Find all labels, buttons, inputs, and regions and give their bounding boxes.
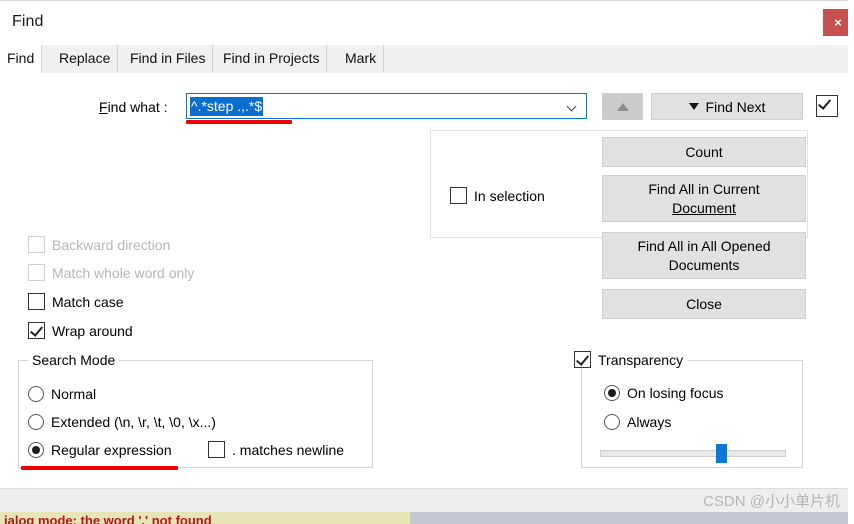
- close-icon: ×: [834, 15, 842, 30]
- find-all-current-line1: Find All in Current: [648, 180, 760, 197]
- find-what-label-text: ind what :: [107, 99, 168, 115]
- transparency-on-losing-focus-radio[interactable]: [604, 385, 620, 401]
- transparency-checkbox[interactable]: [574, 351, 591, 368]
- find-all-all-line2: Documents: [668, 256, 740, 273]
- wrap-around-label: Wrap around: [52, 322, 133, 339]
- window-title: Find: [12, 13, 44, 30]
- close-dialog-button[interactable]: Close: [602, 289, 806, 319]
- tab-mark[interactable]: Mark: [338, 45, 385, 72]
- find-what-accel: F: [99, 99, 108, 115]
- transparency-slider-thumb[interactable]: [716, 444, 727, 463]
- window-right-edge: [848, 0, 854, 524]
- triangle-up-icon: [616, 102, 629, 111]
- find-next-label: Find Next: [705, 98, 766, 115]
- search-mode-legend: Search Mode: [28, 352, 120, 368]
- tab-replace[interactable]: Replace: [52, 45, 119, 72]
- count-button[interactable]: Count: [602, 137, 806, 167]
- find-previous-button[interactable]: [602, 93, 643, 120]
- find-what-label: Find what :: [99, 99, 168, 115]
- in-selection-checkbox[interactable]: [450, 187, 467, 204]
- in-selection-label: In selection: [474, 187, 545, 204]
- find-next-mode-checkbox[interactable]: [816, 95, 838, 117]
- search-mode-normal-label: Normal: [51, 386, 97, 402]
- match-case-checkbox[interactable]: [28, 293, 45, 310]
- backward-direction-checkbox: [28, 236, 45, 253]
- search-mode-extended-radio[interactable]: [28, 414, 44, 430]
- search-mode-regex-label: Regular expression: [51, 442, 172, 458]
- search-mode-normal-row[interactable]: Normal: [28, 386, 96, 402]
- backward-direction-label: Backward direction: [52, 236, 171, 253]
- find-what-combobox[interactable]: ^.*step .,.*$: [186, 93, 587, 119]
- search-mode-regex-row[interactable]: Regular expression: [28, 442, 172, 458]
- transparency-on-losing-focus-label: On losing focus: [627, 385, 724, 401]
- dot-matches-newline-checkbox[interactable]: [208, 441, 225, 458]
- status-bar-text: ialog mode: the word '.' not found: [4, 513, 212, 524]
- transparency-always-row[interactable]: Always: [604, 414, 671, 430]
- match-whole-word-checkbox: [28, 264, 45, 281]
- find-all-current-line2: Document: [672, 199, 736, 216]
- match-case-label: Match case: [52, 293, 124, 310]
- watermark: CSDN @小小单片机: [703, 493, 840, 510]
- close-button-label: Close: [686, 295, 722, 312]
- find-what-input[interactable]: ^.*step .,.*$: [190, 97, 264, 116]
- tab-find-in-projects[interactable]: Find in Projects: [216, 45, 328, 72]
- search-mode-extended-label: Extended (\n, \r, \t, \0, \x...): [51, 414, 216, 430]
- dot-matches-newline-row[interactable]: . matches newline: [208, 441, 344, 458]
- find-dialog-body: Find what : ^.*step .,.*$ Find Next In s…: [0, 73, 854, 488]
- match-whole-word-row[interactable]: Match whole word only: [28, 264, 194, 281]
- search-mode-normal-radio[interactable]: [28, 386, 44, 402]
- transparency-label: Transparency: [598, 351, 684, 368]
- triangle-down-icon: [688, 103, 699, 110]
- wrap-around-checkbox[interactable]: [28, 322, 45, 339]
- transparency-slider-track[interactable]: [600, 450, 786, 457]
- match-case-row[interactable]: Match case: [28, 293, 124, 310]
- in-selection-checkbox-row[interactable]: In selection: [450, 187, 545, 204]
- find-next-button[interactable]: Find Next: [651, 93, 803, 120]
- backward-direction-row[interactable]: Backward direction: [28, 236, 170, 253]
- transparency-always-label: Always: [627, 414, 672, 430]
- find-all-in-all-opened-documents-button[interactable]: Find All in All Opened Documents: [602, 232, 806, 279]
- title-bar: Find ×: [0, 0, 854, 45]
- transparency-always-radio[interactable]: [604, 414, 620, 430]
- annotation-underline-regex: [21, 466, 178, 470]
- dot-matches-newline-label: . matches newline: [232, 441, 345, 458]
- transparency-slider[interactable]: [600, 444, 786, 463]
- transparency-checkbox-row[interactable]: Transparency: [574, 351, 689, 368]
- chevron-down-icon[interactable]: [568, 102, 577, 111]
- tab-strip: Find Replace Find in Files Find in Proje…: [0, 45, 854, 74]
- find-all-in-current-document-button[interactable]: Find All in Current Document: [602, 175, 806, 222]
- wrap-around-row[interactable]: Wrap around: [28, 322, 133, 339]
- status-bar: ialog mode: the word '.' not found: [0, 512, 854, 524]
- tab-find[interactable]: Find: [0, 45, 43, 73]
- search-mode-extended-row[interactable]: Extended (\n, \r, \t, \0, \x...): [28, 414, 216, 430]
- count-button-label: Count: [685, 143, 723, 160]
- find-all-all-line1: Find All in All Opened: [637, 237, 771, 254]
- search-mode-regex-radio[interactable]: [28, 442, 44, 458]
- tab-find-in-files[interactable]: Find in Files: [123, 45, 214, 72]
- match-whole-word-label: Match whole word only: [52, 264, 195, 281]
- annotation-underline-find-what: [186, 120, 292, 124]
- transparency-on-losing-focus-row[interactable]: On losing focus: [604, 385, 724, 401]
